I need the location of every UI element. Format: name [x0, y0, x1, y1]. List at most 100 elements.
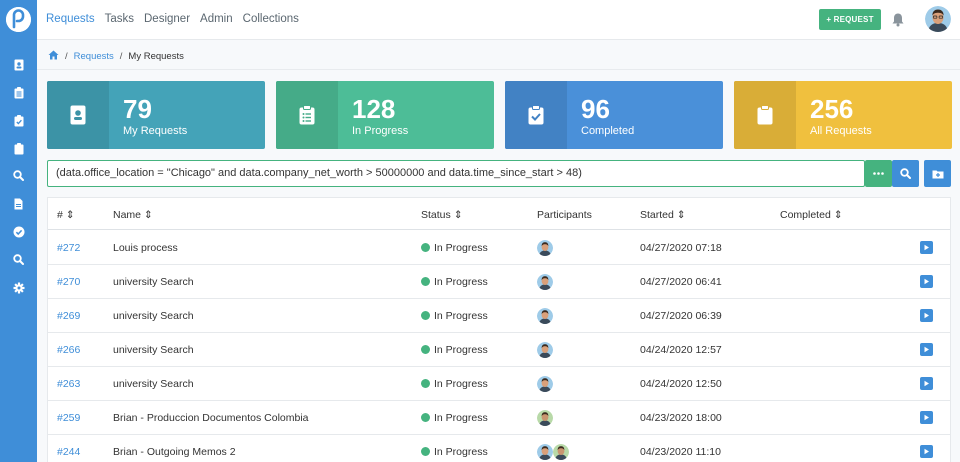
sidebar-search-icon[interactable]: [11, 168, 26, 183]
status-badge: In Progress: [421, 276, 488, 288]
home-icon[interactable]: [48, 50, 59, 63]
status-badge: In Progress: [421, 310, 488, 322]
participant-avatar[interactable]: [537, 376, 553, 392]
request-id-link[interactable]: #270: [57, 276, 80, 288]
request-name: university Search: [113, 310, 194, 322]
open-request-button[interactable]: [920, 275, 933, 288]
participant-avatar[interactable]: [537, 342, 553, 358]
started-date: 04/24/2020 12:50: [640, 378, 722, 390]
table-row[interactable]: #259 Brian - Produccion Documentos Colomb…: [48, 401, 950, 435]
participant-avatar[interactable]: [553, 444, 569, 460]
status-badge: In Progress: [421, 412, 488, 424]
play-icon: [924, 244, 929, 251]
top-bar: Requests Tasks Designer Admin Collection…: [37, 0, 960, 40]
status-dot-icon: [421, 243, 430, 252]
started-date: 04/24/2020 12:57: [640, 344, 722, 356]
save-folder-icon: [932, 170, 943, 178]
user-avatar[interactable]: [925, 6, 951, 32]
stat-value: 128: [352, 94, 396, 124]
stat-card-completed[interactable]: 96 Completed: [505, 81, 723, 149]
table-row[interactable]: #244 Brian - Outgoing Memos 2 In Progress 0…: [48, 435, 950, 462]
sidebar-clipboard-check-icon[interactable]: [11, 113, 26, 128]
new-request-label: + REQUEST: [826, 15, 874, 24]
stat-value: 96: [581, 94, 610, 124]
open-request-button[interactable]: [920, 377, 933, 390]
requests-table: # ⇕ Name ⇕ Status ⇕ Participants Started…: [47, 197, 951, 462]
sidebar-clipboard-list-icon[interactable]: [11, 85, 26, 100]
sidebar-clipboard-icon[interactable]: [11, 141, 26, 156]
sidebar-file-icon[interactable]: [11, 196, 26, 211]
request-id-link[interactable]: #272: [57, 242, 80, 254]
participant-avatar[interactable]: [537, 240, 553, 256]
breadcrumb-requests-link[interactable]: Requests: [74, 51, 114, 62]
open-request-button[interactable]: [920, 411, 933, 424]
request-name: Brian - Outgoing Memos 2: [113, 446, 236, 458]
sidebar-search-icon-2[interactable]: [11, 252, 26, 267]
participant-avatar[interactable]: [537, 274, 553, 290]
request-name: university Search: [113, 276, 194, 288]
save-search-button[interactable]: [924, 160, 951, 187]
participant-avatar[interactable]: [537, 308, 553, 324]
app-logo[interactable]: [6, 7, 31, 32]
nav-collections[interactable]: Collections: [243, 13, 299, 25]
table-row[interactable]: #272 Louis process In Progress 04/27/2020 0…: [48, 231, 950, 265]
open-request-button[interactable]: [920, 241, 933, 254]
play-icon: [924, 380, 929, 387]
search-button[interactable]: [892, 160, 919, 187]
status-badge: In Progress: [421, 446, 488, 458]
open-request-button[interactable]: [920, 445, 933, 458]
column-header-id[interactable]: # ⇕: [57, 209, 75, 221]
request-id-link[interactable]: #263: [57, 378, 80, 390]
sidebar-id-badge-icon[interactable]: [11, 57, 26, 72]
status-dot-icon: [421, 311, 430, 320]
column-header-name[interactable]: Name ⇕: [113, 209, 153, 221]
request-id-link[interactable]: #244: [57, 446, 80, 458]
bell-icon[interactable]: [891, 12, 905, 27]
request-id-link[interactable]: #269: [57, 310, 80, 322]
started-date: 04/27/2020 07:18: [640, 242, 722, 254]
column-header-completed[interactable]: Completed ⇕: [780, 209, 843, 221]
sidebar-gear-icon[interactable]: [11, 280, 26, 295]
new-request-button[interactable]: + REQUEST: [819, 9, 881, 30]
clipboard-list-icon: [276, 81, 338, 149]
sidebar-check-circle-icon[interactable]: [11, 224, 26, 239]
status-badge: In Progress: [421, 344, 488, 356]
breadcrumb-separator: /: [65, 51, 68, 62]
more-options-button[interactable]: [865, 160, 892, 187]
table-row[interactable]: #270 university Search In Progress 04/27/20…: [48, 265, 950, 299]
nav-requests[interactable]: Requests: [46, 13, 95, 25]
status-dot-icon: [421, 413, 430, 422]
table-row[interactable]: #269 university Search In Progress 04/27/20…: [48, 299, 950, 333]
open-request-button[interactable]: [920, 309, 933, 322]
pmql-search-input[interactable]: (data.office_location = "Chicago" and da…: [47, 160, 865, 187]
column-header-started[interactable]: Started ⇕: [640, 209, 686, 221]
participant-avatar[interactable]: [537, 410, 553, 426]
stat-card-in-progress[interactable]: 128 In Progress: [276, 81, 494, 149]
divider: [37, 69, 960, 70]
column-header-status[interactable]: Status ⇕: [421, 209, 463, 221]
table-row[interactable]: #266 university Search In Progress 04/24/20…: [48, 333, 950, 367]
status-dot-icon: [421, 345, 430, 354]
stat-card-all-requests[interactable]: 256 All Requests: [734, 81, 952, 149]
participant-avatar[interactable]: [537, 444, 553, 460]
more-icon: [873, 172, 884, 175]
request-id-link[interactable]: #266: [57, 344, 80, 356]
table-row[interactable]: #263 university Search In Progress 04/24/20…: [48, 367, 950, 401]
stat-label: My Requests: [123, 125, 188, 137]
open-request-button[interactable]: [920, 343, 933, 356]
request-name: university Search: [113, 344, 194, 356]
play-icon: [924, 312, 929, 319]
request-id-link[interactable]: #259: [57, 412, 80, 424]
nav-designer[interactable]: Designer: [144, 13, 190, 25]
main-nav: Requests Tasks Designer Admin Collection…: [46, 13, 309, 25]
table-header: # ⇕ Name ⇕ Status ⇕ Participants Started…: [48, 198, 950, 230]
nav-admin[interactable]: Admin: [200, 13, 233, 25]
started-date: 04/27/2020 06:41: [640, 276, 722, 288]
stat-card-my-requests[interactable]: 79 My Requests: [47, 81, 265, 149]
play-icon: [924, 278, 929, 285]
nav-tasks[interactable]: Tasks: [105, 13, 134, 25]
sidebar: [0, 0, 37, 462]
search-icon: [900, 168, 911, 179]
clipboard-check-icon: [505, 81, 567, 149]
stat-value: 79: [123, 94, 152, 124]
